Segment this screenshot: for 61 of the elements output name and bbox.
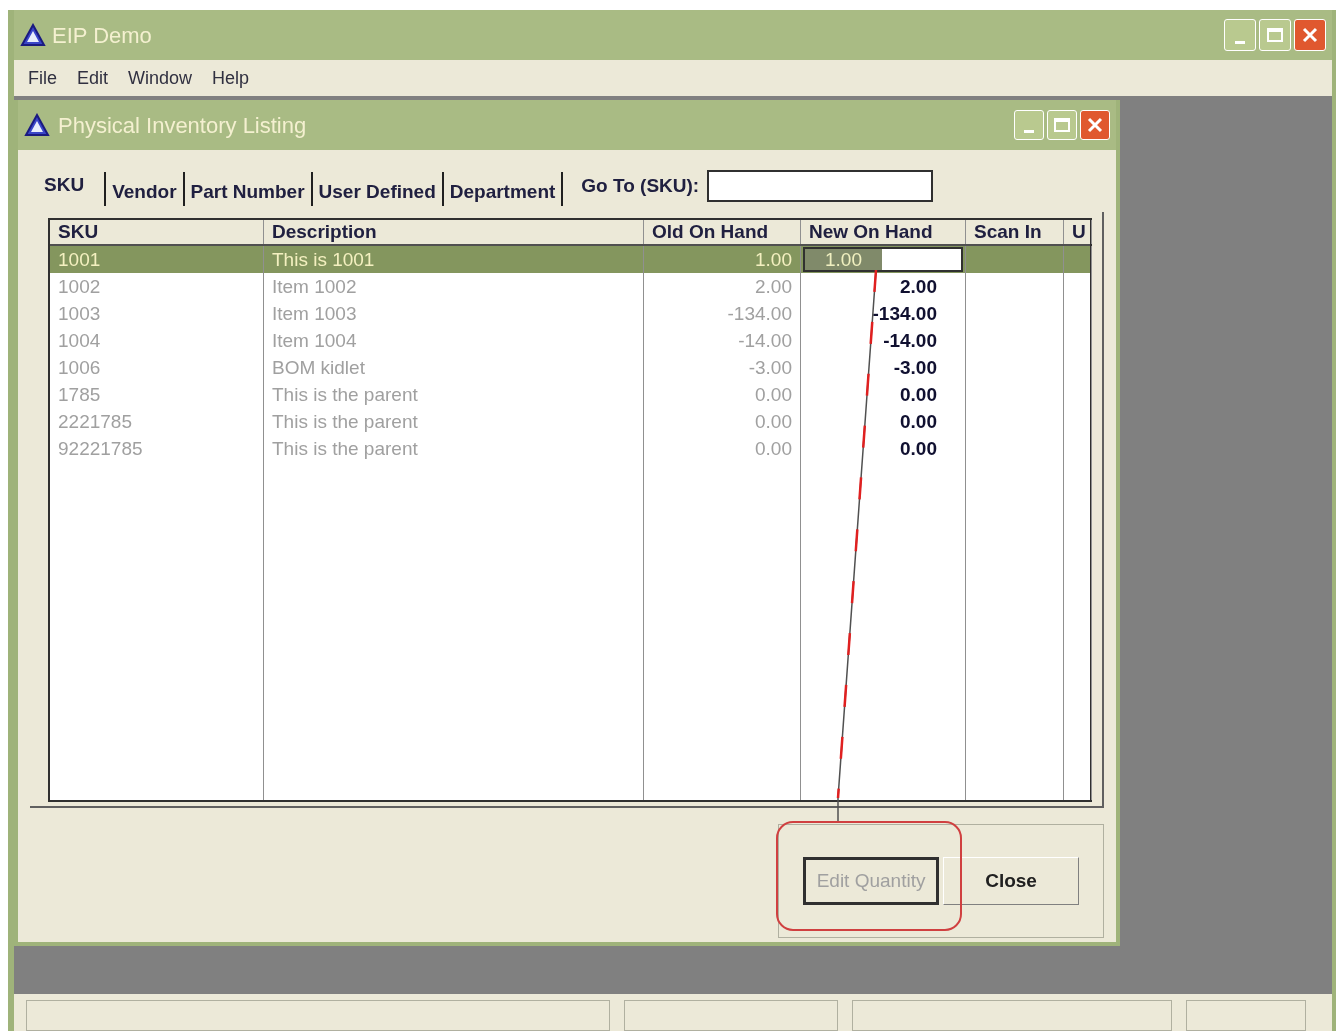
close-button[interactable] [1080,110,1110,140]
close-button[interactable] [1294,19,1326,51]
table-cell-text: 92221785 [58,437,143,461]
table-cell-text: 1003 [58,302,101,326]
table-cell-text: 2.00 [755,275,792,299]
maximize-button[interactable] [1047,110,1077,140]
column-header[interactable]: SKU [50,220,264,244]
table-cell-text: -3.00 [748,356,792,380]
menu-item[interactable]: Edit [77,64,109,92]
table-cell-text: 2.00 [900,275,937,299]
menu-item[interactable]: File [28,64,57,92]
table-cell-text: 1002 [58,275,101,299]
table-cell-text: 0.00 [900,410,937,434]
menu-item[interactable]: Window [128,64,193,92]
table-cell-text: Item 1003 [272,302,357,326]
tab[interactable]: SKU [38,170,91,208]
table-cell-text: This is the parent [272,410,418,434]
column-header[interactable]: New On Hand [801,220,966,244]
table-cell-text: 0.00 [900,383,937,407]
close-button[interactable]: Close [943,857,1079,905]
table-cell-text: 1785 [58,383,101,407]
tab[interactable]: User Defined [312,171,442,207]
menu-item[interactable]: Help [212,64,250,92]
table-cell-text: -134.00 [727,302,792,326]
table-cell-text: 1.00 [755,248,792,272]
table-cell-text: This is the parent [272,437,418,461]
triangle-icon [24,113,50,137]
table-cell-text: Item 1002 [272,275,357,299]
minimize-button[interactable] [1224,19,1256,51]
table-cell-text: Item 1004 [272,329,357,353]
table-cell-text: -3.00 [893,356,937,380]
tab[interactable]: Part Number [184,171,311,207]
child-window-title: Physical Inventory Listing [58,111,308,140]
table-cell-text: This is 1001 [272,248,375,272]
maximize-button[interactable] [1259,19,1291,51]
tab[interactable]: Department [443,171,562,207]
table-cell-text: BOM kidlet [272,356,365,380]
table-cell-text: 1006 [58,356,101,380]
table-cell-text: -14.00 [883,329,937,353]
table-cell-text: 0.00 [900,437,937,461]
window-title: EIP Demo [52,21,153,50]
table-cell-text: -134.00 [872,302,937,326]
column-header[interactable]: U [1064,220,1092,244]
x-icon [1302,27,1318,43]
column-header[interactable]: Scan In [966,220,1064,244]
table-cell-text: -14.00 [738,329,792,353]
table-cell-text: 2221785 [58,410,132,434]
tab[interactable]: Vendor [106,171,183,207]
table-cell-text: 0.00 [755,410,792,434]
column-header[interactable]: Description [264,220,644,244]
column-header[interactable]: Old On Hand [644,220,801,244]
table-cell-text: 0.00 [755,437,792,461]
table-cell-text: 0.00 [755,383,792,407]
table-cell-text: This is the parent [272,383,418,407]
table-cell-text: 1004 [58,329,101,353]
minimize-button[interactable] [1014,110,1044,140]
goto-label: Go To (SKU): [581,173,700,198]
goto-field[interactable] [707,170,934,202]
x-icon [1087,117,1103,133]
triangle-icon [20,23,46,47]
table-cell-text: 1001 [58,248,101,272]
